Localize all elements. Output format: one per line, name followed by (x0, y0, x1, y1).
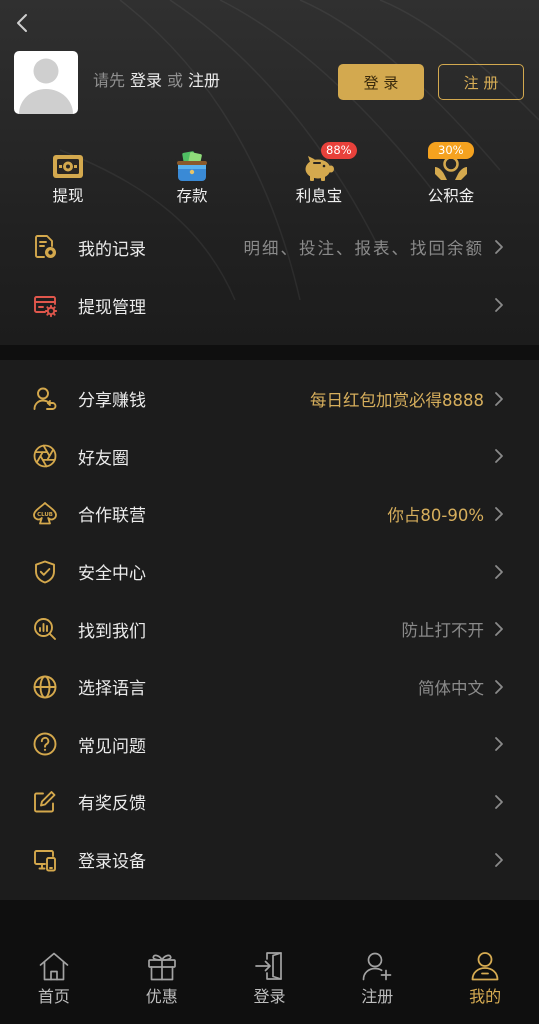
chevron-right-icon (494, 239, 504, 255)
chevron-right-icon (494, 736, 504, 752)
menu-item-friends-circle[interactable]: 好友圈 (0, 428, 539, 486)
aperture-icon (32, 443, 58, 469)
prompt-prefix: 请先 (93, 71, 126, 90)
default-avatar-icon[interactable] (14, 51, 78, 114)
nav-item-label: 优惠 (145, 987, 178, 1006)
quick-action-withdraw[interactable]: 提现 (13, 140, 123, 210)
menu-item-find-us[interactable]: 找到我们 防止打不开 (0, 600, 539, 658)
menu-item-feedback[interactable]: 有奖反馈 (0, 773, 539, 831)
chevron-right-icon (494, 391, 504, 407)
record-icon (32, 234, 58, 260)
quick-action-label: 公积金 (427, 187, 475, 205)
chevron-right-icon (494, 506, 504, 522)
menu-item-label: 我的记录 (78, 239, 146, 260)
menu-item-label: 提现管理 (78, 297, 146, 318)
search-document-icon (32, 616, 58, 642)
quick-action-label: 提现 (52, 187, 84, 205)
chevron-right-icon (494, 297, 504, 313)
shield-check-icon (32, 559, 58, 585)
quick-action-label: 存款 (176, 187, 208, 205)
login-button[interactable]: 登 录 (338, 64, 424, 100)
menu-item-my-records[interactable]: 我的记录 明细、投注、报表、找回余额 (0, 218, 539, 276)
chevron-left-icon[interactable] (11, 11, 33, 35)
nav-item-mine[interactable]: 我的 (431, 930, 539, 1024)
quick-action-label: 利息宝 (295, 187, 343, 205)
menu-item-label: 登录设备 (78, 852, 146, 873)
menu-top-section: 我的记录 明细、投注、报表、找回余额 提现管理 (0, 218, 539, 334)
menu-item-label: 合作联营 (78, 506, 146, 527)
nav-item-register[interactable]: 注册 (323, 930, 431, 1024)
nav-item-promotions[interactable]: 优惠 (108, 930, 216, 1024)
user-icon (468, 949, 502, 983)
prompt-register-link[interactable]: 注册 (188, 70, 220, 92)
nav-item-home[interactable]: 首页 (0, 930, 108, 1024)
menu-item-detail: 简体中文 (418, 678, 484, 698)
gift-icon (145, 949, 179, 983)
chevron-right-icon (494, 852, 504, 868)
menu-item-detail: 每日红包加赏必得8888 (310, 390, 484, 410)
menu-item-partnership[interactable]: CLUB 合作联营 你占80-90% (0, 485, 539, 543)
chevron-right-icon (494, 564, 504, 580)
prompt-login-link[interactable]: 登录 (130, 70, 162, 92)
home-icon (37, 949, 71, 983)
menu-item-detail: 你占80-90% (387, 505, 484, 525)
menu-item-label: 有奖反馈 (78, 794, 146, 815)
cash-ticket-icon (50, 148, 86, 184)
menu-item-label: 常见问题 (78, 736, 146, 757)
menu-item-label: 好友圈 (78, 448, 129, 469)
prompt-or: 或 (167, 71, 184, 90)
chevron-right-icon (494, 621, 504, 637)
chevron-right-icon (494, 448, 504, 464)
menu-item-label: 安全中心 (78, 564, 146, 585)
profile-header: 请先 登录 或 注册 登 录 注 册 提现 存款 88% 利息宝 30% 公积金… (0, 0, 539, 345)
quick-action-fund[interactable]: 30% 公积金 (396, 140, 506, 210)
menu-item-login-devices[interactable]: 登录设备 (0, 831, 539, 889)
menu-item-label: 选择语言 (78, 679, 146, 700)
menu-main-section: 分享赚钱 每日红包加赏必得8888 好友圈 CLUB 合作联营 你占80-90%… (0, 360, 539, 900)
card-gear-icon (32, 292, 58, 318)
bottom-nav: 首页 优惠 登录 注册 我的 (0, 930, 539, 1024)
login-prompt: 请先 登录 或 注册 (93, 70, 220, 92)
club-icon-text: CLUB (37, 512, 53, 518)
feedback-edit-icon (32, 789, 58, 815)
login-door-icon (252, 949, 286, 983)
quick-action-interest[interactable]: 88% 利息宝 (264, 140, 374, 210)
question-icon (32, 731, 58, 757)
nav-item-login[interactable]: 登录 (216, 930, 324, 1024)
quick-action-deposit[interactable]: 存款 (137, 140, 247, 210)
menu-item-language[interactable]: 选择语言 简体中文 (0, 658, 539, 716)
menu-item-withdraw-management[interactable]: 提现管理 (0, 276, 539, 334)
menu-item-detail: 防止打不开 (401, 621, 485, 641)
club-icon: CLUB (32, 501, 58, 527)
interest-rate-badge: 88% (321, 142, 357, 159)
nav-item-label: 我的 (469, 987, 502, 1006)
chevron-right-icon (494, 794, 504, 810)
nav-item-label: 首页 (37, 987, 70, 1006)
nav-item-label: 登录 (253, 987, 286, 1006)
menu-item-label: 分享赚钱 (78, 391, 146, 412)
wallet-icon (174, 148, 210, 184)
nav-item-label: 注册 (361, 987, 394, 1006)
globe-icon (32, 674, 58, 700)
share-user-icon (32, 386, 58, 412)
menu-item-share-earn[interactable]: 分享赚钱 每日红包加赏必得8888 (0, 370, 539, 428)
menu-item-security-center[interactable]: 安全中心 (0, 543, 539, 601)
profile-screen: 请先 登录 或 注册 登 录 注 册 提现 存款 88% 利息宝 30% 公积金… (0, 0, 539, 1024)
chevron-right-icon (494, 679, 504, 695)
menu-item-detail: 明细、投注、报表、找回余额 (243, 239, 484, 258)
fund-rate-badge: 30% (428, 142, 474, 159)
menu-item-label: 找到我们 (78, 621, 146, 642)
menu-item-faq[interactable]: 常见问题 (0, 716, 539, 774)
add-user-icon (360, 949, 394, 983)
register-button[interactable]: 注 册 (438, 64, 524, 100)
devices-icon (32, 847, 58, 873)
